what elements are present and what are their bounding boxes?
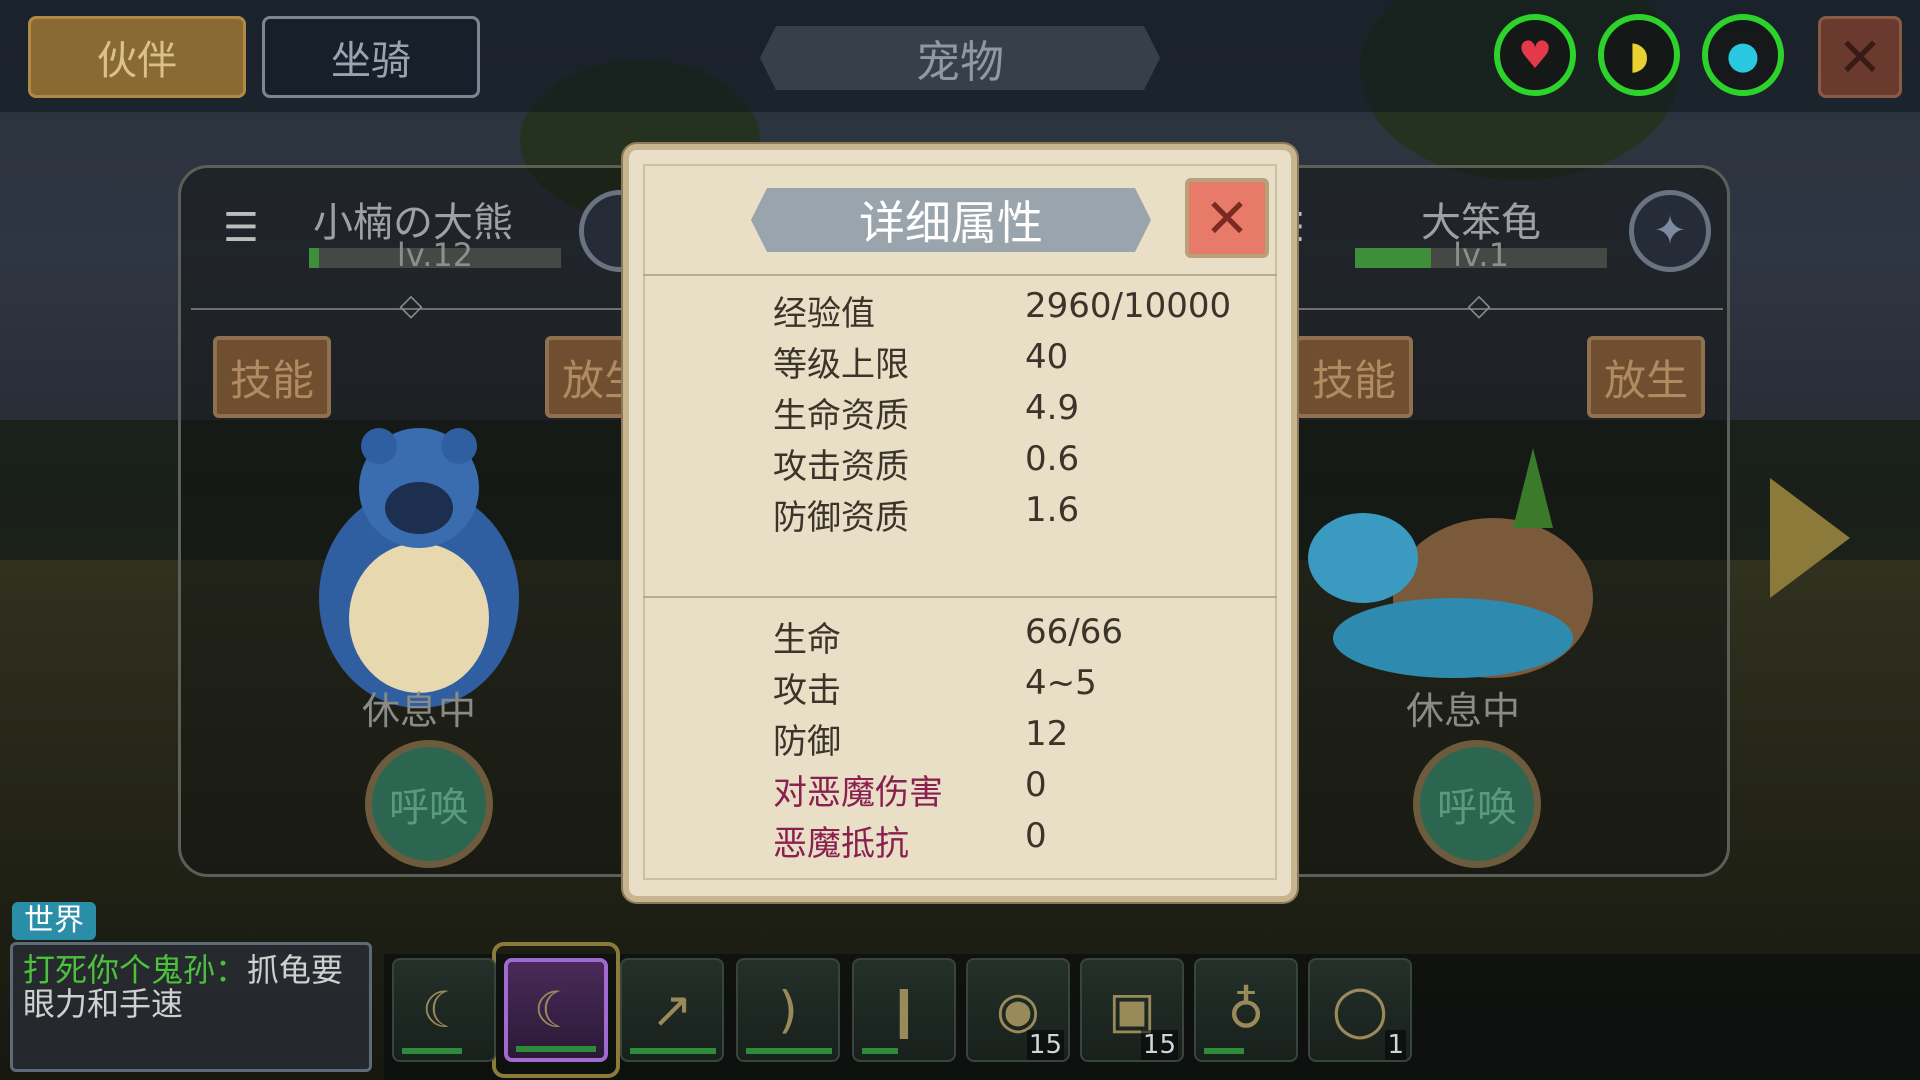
stat-value: 12 <box>1025 714 1069 754</box>
item-count: 15 <box>1026 1030 1064 1060</box>
water-drop-icon[interactable]: ● <box>1702 14 1784 96</box>
chat-sender: 打死你个鬼孙 <box>23 951 216 989</box>
divider <box>643 274 1277 276</box>
close-button[interactable]: ✕ <box>1818 16 1902 98</box>
close-icon: ✕ <box>1837 25 1883 89</box>
item-count: 1 <box>1385 1030 1406 1060</box>
ornament-icon: ◇ <box>1467 288 1491 323</box>
stat-row: 等级上限 40 <box>773 337 1273 387</box>
stat-row: 经验值 2960/10000 <box>773 286 1273 336</box>
stat-label: 生命 <box>773 620 841 660</box>
purple-claw-icon: ☾ <box>533 981 579 1039</box>
item-slot[interactable]: ◉ 15 <box>966 958 1070 1062</box>
chat-channel-badge[interactable]: 世界 <box>12 902 96 940</box>
turtle-pet-image <box>1308 448 1593 678</box>
item-slot[interactable]: ◯ 1 <box>1308 958 1412 1062</box>
divider <box>643 596 1277 598</box>
stat-value: 0 <box>1025 816 1047 856</box>
stat-label: 恶魔抵抗 <box>773 824 909 864</box>
skill-button[interactable]: 技能 <box>213 336 331 418</box>
stat-row: 攻击 4~5 <box>773 663 1273 713</box>
item-count: 15 <box>1140 1030 1178 1060</box>
stat-row: 生命资质 4.9 <box>773 388 1273 438</box>
stat-value: 0.6 <box>1025 439 1080 479</box>
item-slot[interactable]: ❙ <box>852 958 956 1062</box>
stat-value: 66/66 <box>1025 612 1123 652</box>
ornament-icon: ◇ <box>399 288 423 323</box>
stat-label: 等级上限 <box>773 345 909 385</box>
item-slot[interactable]: ) <box>736 958 840 1062</box>
stat-label: 攻击 <box>773 671 841 711</box>
stat-value: 1.6 <box>1025 490 1080 530</box>
rope-icon: ◯ <box>1332 981 1388 1039</box>
chat-box[interactable]: 打死你个鬼孙：抓龟要眼力和手速 <box>10 942 372 1072</box>
pet-level: lv.1 <box>1453 236 1509 274</box>
modal-close-button[interactable]: ✕ <box>1185 178 1269 258</box>
spear-icon: ↗ <box>651 981 693 1039</box>
release-button[interactable]: 放生 <box>1587 336 1705 418</box>
summon-button[interactable]: 呼唤 <box>1413 740 1541 868</box>
stat-value: 40 <box>1025 337 1069 377</box>
stat-row: 生命 66/66 <box>773 612 1273 662</box>
stat-value: 4~5 <box>1025 663 1097 703</box>
item-durability <box>630 1048 716 1054</box>
item-slot[interactable]: ☾ <box>504 958 608 1062</box>
heart-icon[interactable]: ♥ <box>1494 14 1576 96</box>
item-slot[interactable]: ♁ <box>1194 958 1298 1062</box>
pet-status: 休息中 <box>1405 689 1520 733</box>
stat-row: 对恶魔伤害 0 <box>773 765 1273 815</box>
item-durability <box>862 1048 898 1054</box>
stat-label: 防御 <box>773 722 841 762</box>
skill-button[interactable]: 技能 <box>1295 336 1413 418</box>
page-title: 宠物 <box>760 26 1160 90</box>
pet-status: 休息中 <box>361 689 476 733</box>
chat-colon: ： <box>215 951 248 989</box>
banana-icon[interactable]: ◗ <box>1598 14 1680 96</box>
stat-label: 经验值 <box>773 294 875 334</box>
bear-pet-image <box>319 428 519 708</box>
claw-icon: ☾ <box>421 981 467 1039</box>
item-slot[interactable]: ↗ <box>620 958 724 1062</box>
item-durability <box>402 1048 462 1054</box>
stat-label: 生命资质 <box>773 396 909 436</box>
stat-value: 4.9 <box>1025 388 1080 428</box>
stat-row: 攻击资质 0.6 <box>773 439 1273 489</box>
item-slot[interactable]: ▣ 15 <box>1080 958 1184 1062</box>
item-durability <box>516 1046 596 1052</box>
club-icon: ❙ <box>883 981 925 1039</box>
stat-row: 防御资质 1.6 <box>773 490 1273 540</box>
next-arrow-icon[interactable] <box>1770 478 1850 598</box>
stat-value: 2960/10000 <box>1025 286 1232 326</box>
close-icon: ✕ <box>1204 186 1250 250</box>
pet-level: lv.12 <box>396 236 474 274</box>
modal-title: 详细属性 <box>751 188 1151 252</box>
detail-modal: 详细属性 ✕ 经验值 2960/10000 等级上限 40 生命资质 4.9 攻… <box>623 144 1297 902</box>
stat-value: 0 <box>1025 765 1047 805</box>
stat-label: 防御资质 <box>773 498 909 538</box>
stat-label: 攻击资质 <box>773 447 909 487</box>
item-slot[interactable]: ☾ <box>392 958 496 1062</box>
stat-row: 恶魔抵抗 0 <box>773 816 1273 866</box>
tab-mount[interactable]: 坐骑 <box>262 16 480 98</box>
summon-button[interactable]: 呼唤 <box>365 740 493 868</box>
rename-button[interactable]: ✦ <box>1629 190 1711 272</box>
stat-label: 对恶魔伤害 <box>773 773 943 813</box>
bow-icon: ) <box>778 981 798 1039</box>
tab-partner[interactable]: 伙伴 <box>28 16 246 98</box>
item-durability <box>1204 1048 1244 1054</box>
gourd-icon: ♁ <box>1227 981 1265 1039</box>
stat-row: 防御 12 <box>773 714 1273 764</box>
item-durability <box>746 1048 832 1054</box>
